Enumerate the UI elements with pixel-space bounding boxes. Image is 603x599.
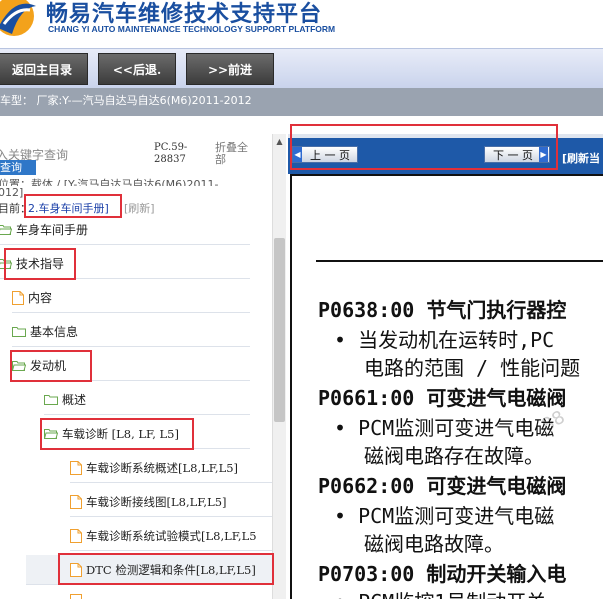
- document-page: 88 P0638:00 节气门执行器控 • 当发动机在运转时,PC 电路的范围 …: [290, 174, 603, 599]
- divider: [316, 260, 603, 262]
- doc-code-line: P0662:00 可变进气电磁阀: [318, 474, 567, 498]
- tree-item-label: 概述: [62, 393, 87, 407]
- folder-open-icon: [12, 360, 26, 371]
- collapse-all-button[interactable]: 折叠全部: [215, 142, 255, 166]
- folder-open-icon: [0, 224, 12, 235]
- doc-cont-line: 磁阀电路故障。: [364, 532, 504, 556]
- document-icon: [70, 594, 82, 599]
- tree-item-label: 内容: [28, 291, 53, 305]
- app-header: 畅易汽车维修技术支持平台 CHANG YI AUTO MAINTENANCE T…: [0, 0, 603, 48]
- document-icon: [70, 528, 82, 543]
- tree-item-contents[interactable]: 内容: [12, 283, 250, 313]
- tree-item-obd[interactable]: 车载诊断 [L8, LF, L5]: [44, 419, 250, 449]
- doc-code-line: P0638:00 节气门执行器控: [318, 298, 567, 322]
- pc-code-line2: 28837: [154, 154, 186, 165]
- query-button[interactable]: 查询: [0, 160, 36, 175]
- doc-code-line: P0703:00 制动开关输入电: [318, 562, 567, 586]
- next-page-label: 下 一 页: [493, 148, 533, 162]
- logo-icon: [0, 0, 36, 36]
- tree-item-body-manual[interactable]: 车身车间手册: [0, 215, 250, 245]
- tree-item-engine[interactable]: 发动机: [12, 351, 250, 381]
- tree-item-obd-test-mode[interactable]: 车载诊断系统试验模式[L8,LF,L5: [70, 521, 272, 551]
- tree-item-overview[interactable]: 概述: [44, 385, 250, 415]
- home-button[interactable]: 返回主目录: [0, 53, 88, 85]
- arrow-right-icon: ▶: [539, 147, 548, 162]
- tree-item-obd-overview[interactable]: 车载诊断系统概述[L8,LF,L5]: [70, 453, 272, 483]
- tree-item-obd-wiring[interactable]: 车载诊断接线图[L8,LF,L5]: [70, 487, 272, 517]
- tree-item-tech-guide[interactable]: 技术指导: [0, 249, 250, 279]
- folder-icon: [12, 326, 26, 337]
- vehicle-info: 车型： 厂家:Y-—汽马自达马自达6(M6)2011-2012: [0, 88, 603, 116]
- refresh-link[interactable]: [刷新]: [124, 200, 155, 216]
- folder-open-icon: [0, 258, 12, 269]
- doc-code-line: P0661:00 可变进气电磁阀: [318, 386, 567, 410]
- document-icon: [12, 290, 24, 305]
- document-icon: [70, 460, 82, 475]
- forward-button[interactable]: >>前进: [186, 53, 274, 85]
- tree-item-label: 技术指导: [16, 257, 65, 271]
- tree-item-basic-info[interactable]: 基本信息: [12, 317, 250, 347]
- tree-item-dtc-logic[interactable]: DTC 检测逻辑和条件[L8,LF,L5]: [26, 555, 272, 585]
- scroll-thumb[interactable]: [274, 238, 285, 422]
- brand-subtitle: CHANG YI AUTO MAINTENANCE TECHNOLOGY SUP…: [48, 24, 336, 34]
- arrow-left-icon: ◀: [293, 147, 302, 162]
- document-view: 88 P0638:00 节气门执行器控 • 当发动机在运转时,PC 电路的范围 …: [288, 174, 603, 599]
- doc-bullet-line: • PCM监测可变进气电磁: [334, 416, 555, 440]
- tree-panel: 入关键字查询 查询 PC.59- 28837 折叠全部 位置：载体 / [Y-汽…: [0, 134, 272, 599]
- tree-item-label: DTC 检测逻辑和条件[L8,LF,L5]: [86, 562, 256, 577]
- tree-item-label: 车载诊断系统试验模式[L8,LF,L5: [86, 528, 257, 543]
- pc-code-line1: PC.59-: [154, 142, 188, 153]
- spacer: [0, 116, 603, 134]
- prev-page-button[interactable]: ◀ 上 一 页: [292, 146, 358, 163]
- tree-item-label: 车身车间手册: [16, 223, 89, 237]
- tree-scrollbar[interactable]: ▲: [272, 134, 286, 599]
- folder-icon: [44, 394, 58, 405]
- tree-item-label: 车载诊断 [L8, LF, L5]: [62, 426, 179, 441]
- doc-cont-line: 磁阀电路存在故障。: [364, 444, 544, 468]
- next-page-button[interactable]: 下 一 页 ▶: [484, 146, 550, 163]
- tree-item-label: 车载诊断系统概述[L8,LF,L5]: [86, 460, 239, 475]
- pc-code: PC.59- 28837: [154, 142, 187, 166]
- tree-item-label: 基本信息: [30, 325, 79, 339]
- current-label: 目前：: [0, 202, 31, 215]
- prev-page-label: 上 一 页: [310, 148, 350, 162]
- doc-bullet-line: • 当发动机在运转时,PC: [334, 328, 555, 352]
- back-button[interactable]: <<后退.: [98, 53, 176, 85]
- breadcrumb-path: 位置：载体 / [Y-汽马自达马自达6(M6)2011-: [0, 178, 219, 191]
- breadcrumb-path-cont: 012]: [0, 186, 24, 199]
- current-manual-link[interactable]: 2.车身车间手册]: [28, 200, 109, 216]
- nav-bar: 返回主目录 <<后退. >>前进: [0, 48, 603, 88]
- scroll-up-icon[interactable]: ▲: [273, 134, 286, 148]
- tree-item-label: 车载诊断接线图[L8,LF,L5]: [86, 494, 227, 509]
- document-icon: [70, 562, 82, 577]
- tree-item-label: 发动机: [30, 359, 67, 373]
- doc-bullet-line: • PCM监测可变进气电磁: [334, 504, 555, 528]
- doc-bullet-line: • PCM监控1号制动开关: [334, 586, 546, 599]
- refresh-current-link[interactable]: [刷新当: [562, 150, 600, 166]
- document-icon: [70, 494, 82, 509]
- doc-cont-line: 电路的范围 / 性能问题: [364, 356, 581, 380]
- folder-open-icon: [44, 428, 58, 439]
